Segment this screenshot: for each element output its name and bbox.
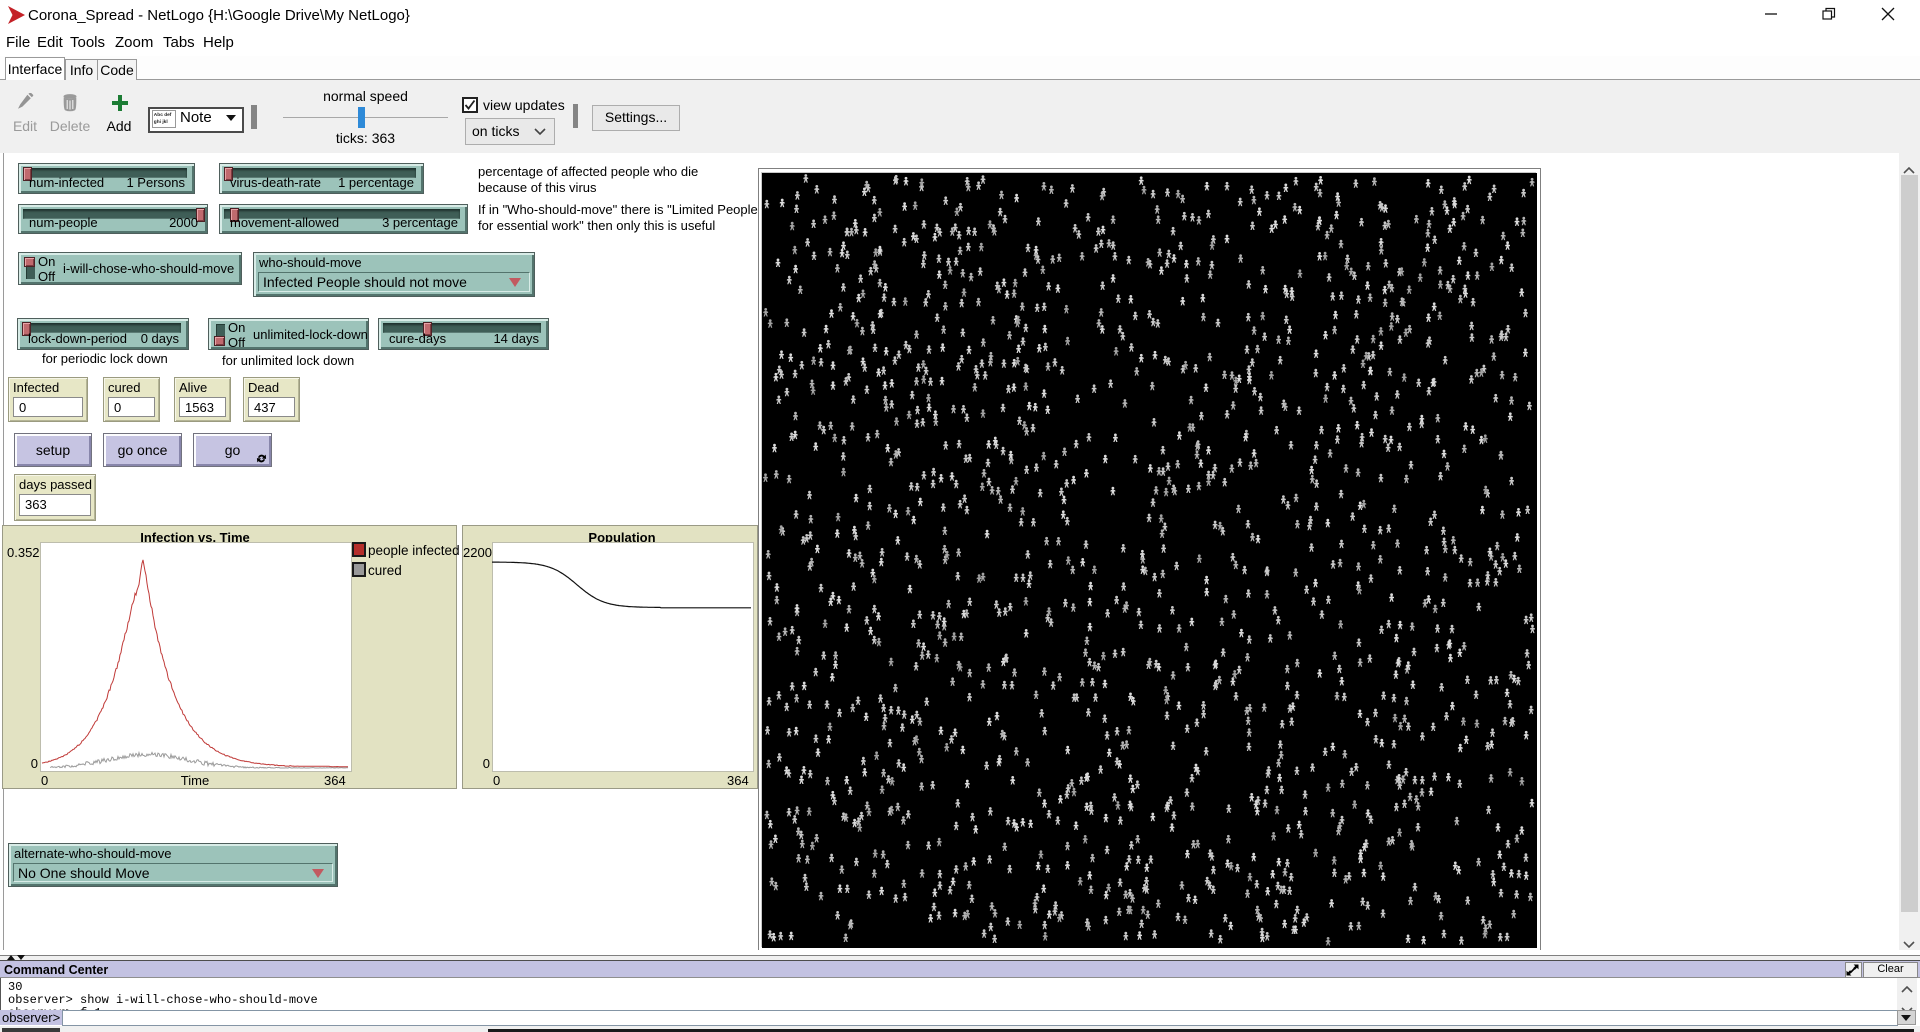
svg-text:ghi jkl: ghi jkl: [154, 119, 168, 125]
svg-text:Abc def: Abc def: [154, 112, 172, 118]
